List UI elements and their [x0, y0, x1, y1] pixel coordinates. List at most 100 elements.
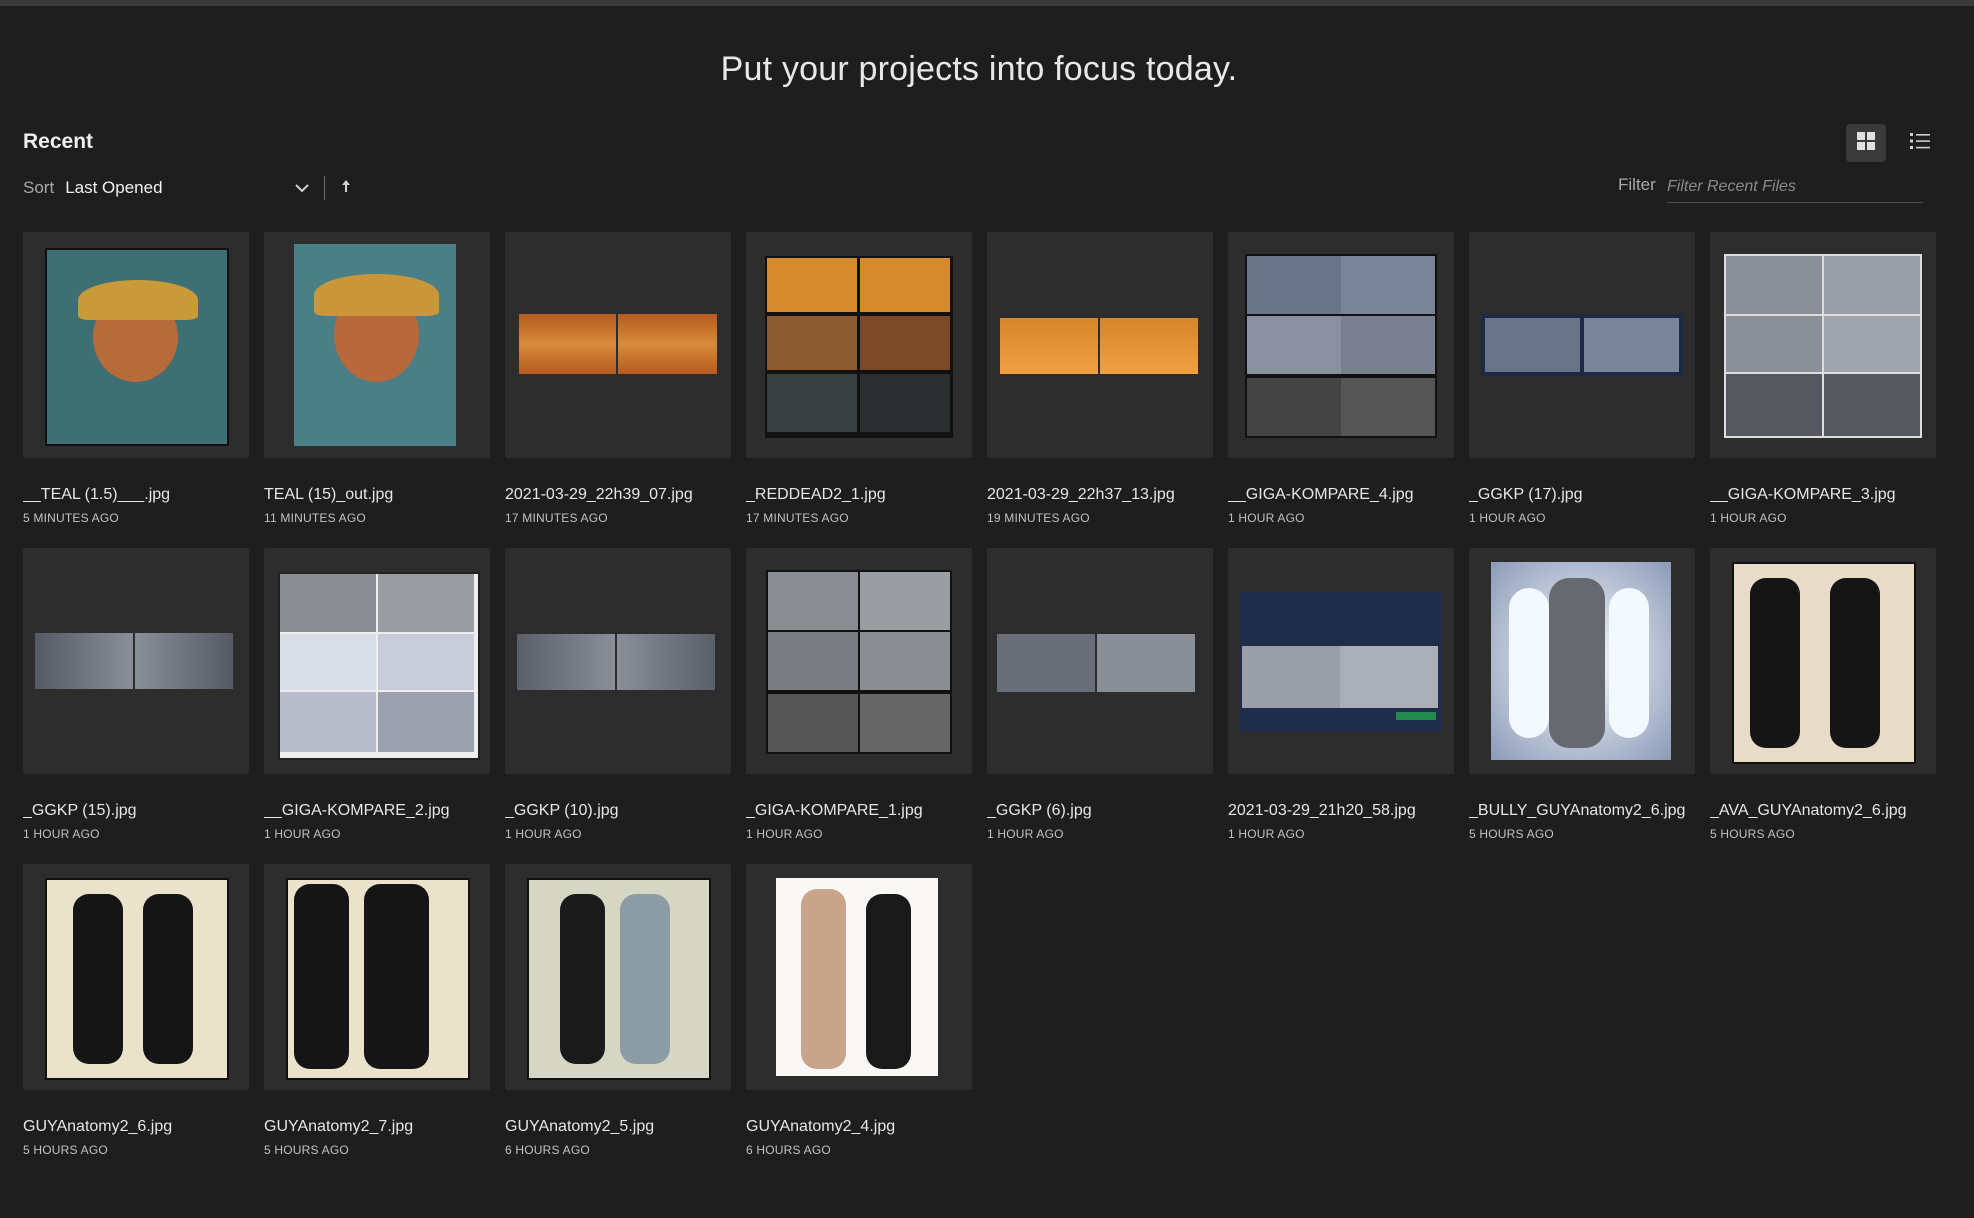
- thumbnail-image-region: [1830, 578, 1880, 748]
- file-last-opened: 1 HOUR AGO: [505, 827, 582, 841]
- sort-value: Last Opened: [65, 178, 163, 197]
- file-thumbnail[interactable]: [505, 232, 731, 458]
- file-card[interactable]: _GGKP (15).jpg 1 HOUR AGO: [23, 548, 249, 841]
- file-thumbnail[interactable]: [987, 232, 1213, 458]
- file-name: _AVA_GUYAnatomy2_6.jpg: [1710, 802, 1907, 819]
- file-name: TEAL (15)_out.jpg: [264, 486, 394, 503]
- thumbnail-image-region: [1247, 256, 1341, 314]
- file-card[interactable]: GUYAnatomy2_4.jpg 6 HOURS AGO: [746, 864, 972, 1157]
- file-card[interactable]: _GGKP (10).jpg 1 HOUR AGO: [505, 548, 731, 841]
- file-card[interactable]: __GIGA-KOMPARE_3.jpg 1 HOUR AGO: [1710, 232, 1936, 525]
- arrow-up-icon[interactable]: [341, 179, 351, 197]
- sort-label: Sort: [23, 178, 55, 197]
- file-name: 2021-03-29_22h37_13.jpg: [987, 486, 1175, 503]
- file-card[interactable]: __TEAL (1.5)___.jpg 5 MINUTES AGO: [23, 232, 249, 525]
- file-card[interactable]: __GIGA-KOMPARE_2.jpg 1 HOUR AGO: [264, 548, 490, 841]
- file-thumbnail[interactable]: [23, 864, 249, 1090]
- file-last-opened: 6 HOURS AGO: [746, 1143, 831, 1157]
- file-name: _BULLY_GUYAnatomy2_6.jpg: [1469, 802, 1686, 819]
- file-name: __GIGA-KOMPARE_4.jpg: [1228, 486, 1414, 503]
- file-card[interactable]: 2021-03-29_22h39_07.jpg 17 MINUTES AGO: [505, 232, 731, 525]
- thumbnail-image-region: [997, 634, 1095, 692]
- file-last-opened: 5 HOURS AGO: [1710, 827, 1795, 841]
- file-name: _GGKP (15).jpg: [23, 802, 137, 819]
- file-card[interactable]: TEAL (15)_out.jpg 11 MINUTES AGO: [264, 232, 490, 525]
- file-name: _GGKP (10).jpg: [505, 802, 619, 819]
- thumbnail-image-region: [1341, 316, 1435, 374]
- file-thumbnail[interactable]: [505, 548, 731, 774]
- file-last-opened: 5 HOURS AGO: [23, 1143, 108, 1157]
- thumbnail-image-region: [560, 894, 605, 1064]
- file-name: _GGKP (17).jpg: [1469, 486, 1583, 503]
- file-thumbnail[interactable]: [1469, 232, 1695, 458]
- file-last-opened: 1 HOUR AGO: [1710, 511, 1787, 525]
- thumbnail-image-region: [767, 316, 857, 370]
- file-card[interactable]: _BULLY_GUYAnatomy2_6.jpg 5 HOURS AGO: [1469, 548, 1695, 841]
- thumbnail-image-region: [294, 884, 349, 1069]
- thumbnail-image-region: [617, 634, 715, 690]
- file-card[interactable]: _GGKP (17).jpg 1 HOUR AGO: [1469, 232, 1695, 525]
- file-thumbnail[interactable]: [746, 864, 972, 1090]
- thumbnail-image-region: [519, 314, 616, 374]
- file-card[interactable]: _GGKP (6).jpg 1 HOUR AGO: [987, 548, 1213, 841]
- thumbnail-image-region: [860, 374, 950, 432]
- recent-section-title: Recent: [23, 130, 94, 153]
- thumbnail-image-region: [1100, 318, 1198, 374]
- thumbnail-image-region: [1824, 374, 1920, 436]
- thumbnail-image-region: [1750, 578, 1800, 748]
- file-card[interactable]: 2021-03-29_21h20_58.jpg 1 HOUR AGO: [1228, 548, 1454, 841]
- file-thumbnail[interactable]: [1228, 232, 1454, 458]
- file-thumbnail[interactable]: [1710, 548, 1936, 774]
- file-thumbnail[interactable]: [1469, 548, 1695, 774]
- thumbnail-image-region: [860, 258, 950, 312]
- thumbnail-image-region: [866, 894, 911, 1069]
- page-headline: Put your projects into focus today.: [720, 50, 1238, 88]
- file-card[interactable]: __GIGA-KOMPARE_4.jpg 1 HOUR AGO: [1228, 232, 1454, 525]
- file-card[interactable]: _REDDEAD2_1.jpg 17 MINUTES AGO: [746, 232, 972, 525]
- file-card[interactable]: GUYAnatomy2_6.jpg 5 HOURS AGO: [23, 864, 249, 1157]
- thumbnail-image-region: [378, 692, 474, 752]
- thumbnail-image-region: [767, 258, 857, 312]
- filter-input[interactable]: [1667, 172, 1923, 203]
- file-card[interactable]: _GIGA-KOMPARE_1.jpg 1 HOUR AGO: [746, 548, 972, 841]
- file-card[interactable]: 2021-03-29_22h37_13.jpg 19 MINUTES AGO: [987, 232, 1213, 525]
- grid-view-button[interactable]: [1846, 124, 1886, 162]
- thumbnail-image-region: [1247, 378, 1341, 436]
- file-thumbnail[interactable]: [746, 232, 972, 458]
- file-thumbnail[interactable]: [264, 548, 490, 774]
- file-thumbnail[interactable]: [987, 548, 1213, 774]
- thumbnail-image-region: [801, 889, 846, 1069]
- file-card[interactable]: GUYAnatomy2_5.jpg 6 HOURS AGO: [505, 864, 731, 1157]
- window-top-bar: [0, 0, 1974, 6]
- file-last-opened: 6 HOURS AGO: [505, 1143, 590, 1157]
- file-card[interactable]: GUYAnatomy2_7.jpg 5 HOURS AGO: [264, 864, 490, 1157]
- file-thumbnail[interactable]: [505, 864, 731, 1090]
- file-thumbnail[interactable]: [746, 548, 972, 774]
- thumbnail-image-region: [35, 633, 133, 689]
- thumbnail-image-region: [135, 633, 233, 689]
- file-name: _GGKP (6).jpg: [987, 802, 1092, 819]
- file-thumbnail[interactable]: [1710, 232, 1936, 458]
- file-card[interactable]: _AVA_GUYAnatomy2_6.jpg 5 HOURS AGO: [1710, 548, 1936, 841]
- file-last-opened: 5 MINUTES AGO: [23, 511, 119, 525]
- file-last-opened: 1 HOUR AGO: [1469, 511, 1546, 525]
- thumbnail-image-region: [1726, 256, 1822, 314]
- file-thumbnail[interactable]: [264, 864, 490, 1090]
- file-thumbnail[interactable]: [264, 232, 490, 458]
- thumbnail-image-region: [860, 316, 950, 370]
- file-thumbnail[interactable]: [1228, 548, 1454, 774]
- thumbnail-image-region: [378, 574, 474, 632]
- file-last-opened: 17 MINUTES AGO: [746, 511, 849, 525]
- file-thumbnail[interactable]: [23, 548, 249, 774]
- list-view-button[interactable]: [1900, 124, 1940, 162]
- file-name: GUYAnatomy2_7.jpg: [264, 1118, 414, 1135]
- thumbnail-image-region: [1726, 316, 1822, 372]
- sort-dropdown[interactable]: Last Opened: [65, 178, 310, 198]
- thumbnail-image-region: [1609, 588, 1649, 738]
- file-name: 2021-03-29_22h39_07.jpg: [505, 486, 693, 503]
- filter-label: Filter: [1618, 175, 1656, 194]
- thumbnail-image-region: [1584, 318, 1679, 372]
- thumbnail-image-region: [1824, 256, 1920, 314]
- thumbnail-image-region: [143, 894, 193, 1064]
- file-thumbnail[interactable]: [23, 232, 249, 458]
